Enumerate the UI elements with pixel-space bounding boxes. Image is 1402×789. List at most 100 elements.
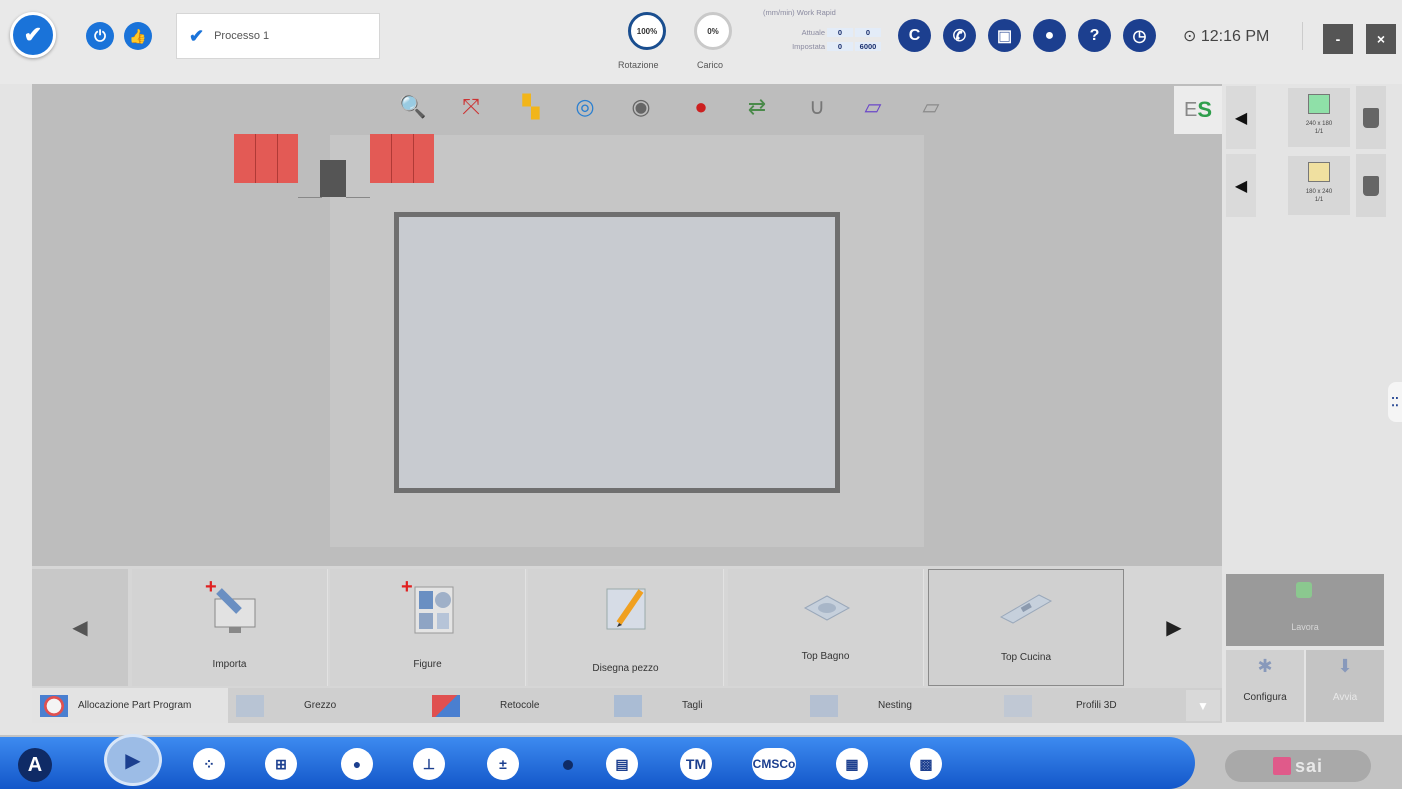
power-icon: ⏻ <box>94 27 106 45</box>
slab-icon[interactable]: ▱ <box>858 92 888 122</box>
thumbs-up-icon: 👍 <box>129 27 147 44</box>
tab-retocole[interactable]: Retocole <box>424 688 620 723</box>
action-import[interactable]: + Importa <box>132 569 328 686</box>
action-kitchen-top[interactable]: Top Cucina <box>928 569 1124 686</box>
app-layout-icon[interactable]: ⊞ <box>265 748 297 780</box>
power-button[interactable]: ⏻ <box>86 22 114 50</box>
clock: ⊙ 12:16 PM <box>1183 26 1269 46</box>
suction-cup-block[interactable] <box>370 134 434 183</box>
tabs-more-button[interactable]: ▼ <box>1186 690 1220 721</box>
app-es-icon[interactable]: ▩ <box>910 748 942 780</box>
action-label: Disegna pezzo <box>592 663 659 674</box>
tab-nesting[interactable]: Nesting <box>802 688 998 723</box>
rotation-gauge: 100% <box>628 12 666 50</box>
chevron-right-icon: ▶ <box>1166 617 1182 639</box>
action-bathroom-top[interactable]: Top Bagno <box>728 569 924 686</box>
tab-part-program[interactable]: Allocazione Part Program <box>32 688 228 723</box>
svg-text:+: + <box>205 579 217 598</box>
guide-line <box>298 197 322 198</box>
clock-time: 12:16 PM <box>1200 28 1270 45</box>
axes-icon[interactable]: ⇄ <box>742 92 772 122</box>
suction-cup-block[interactable] <box>234 134 298 183</box>
magnet-icon[interactable]: ∪ <box>802 92 832 122</box>
timer-icon[interactable]: ◷ <box>1123 19 1156 52</box>
es-badge[interactable]: ES <box>1174 86 1222 134</box>
tab-cuts[interactable]: Tagli <box>606 688 802 723</box>
user-icon[interactable]: ● <box>1033 19 1066 52</box>
trash-button[interactable] <box>1356 154 1386 217</box>
next-actions-button[interactable]: ▶ <box>1126 569 1222 686</box>
tab-label: Grezzo <box>304 700 337 711</box>
piece-thumbnail[interactable]: 180 x 240 1/1 <box>1288 156 1350 215</box>
camera-icon[interactable]: ▣ <box>988 19 1021 52</box>
speed-row-label: Attuale <box>801 28 825 37</box>
speed-table-header: (mm/min) Work Rapid <box>763 8 836 17</box>
process-selector[interactable]: ✔ Processo 1 <box>176 13 380 59</box>
configure-label: Configura <box>1243 692 1287 703</box>
side-handle[interactable]: ⁚⁚ <box>1388 382 1402 422</box>
es-prefix: E <box>1183 98 1198 121</box>
start-label: Avvia <box>1332 692 1358 703</box>
camera-icon[interactable]: ◉ <box>626 92 656 122</box>
check-icon: ✔ <box>23 22 43 47</box>
chevron-left-icon[interactable]: ◀ <box>1226 154 1256 217</box>
slab[interactable] <box>394 212 840 493</box>
c-icon[interactable]: C <box>898 19 931 52</box>
record-icon[interactable]: ● <box>686 92 716 122</box>
main-check-button[interactable]: ✔ <box>10 12 56 58</box>
piece-shape <box>1308 162 1330 182</box>
tab-label: Retocole <box>500 700 540 711</box>
app-tm-button[interactable]: TM <box>680 748 712 780</box>
phone-icon[interactable]: ✆ <box>943 19 976 52</box>
launcher-button[interactable]: ▶ <box>104 734 162 786</box>
speed-row-label: Impostata <box>792 42 825 51</box>
close-button[interactable]: × <box>1366 24 1396 54</box>
tool-head <box>320 160 346 197</box>
configure-button[interactable]: ✱ Configura <box>1226 650 1304 722</box>
work-button[interactable]: Lavora <box>1226 574 1384 646</box>
figures-icon: + <box>330 579 525 637</box>
prev-actions-button[interactable]: ◀ <box>32 569 128 686</box>
speed-row-set: Impostata 0 6000 <box>745 42 881 54</box>
action-draw-piece[interactable]: Disegna pezzo <box>528 569 724 686</box>
app-a-button[interactable]: A <box>18 748 52 782</box>
tab-profiles-3d[interactable]: Profili 3D <box>996 688 1186 723</box>
speed-rapid-value: 6000 <box>855 42 881 51</box>
app-cms-button[interactable]: CMSCo <box>752 748 796 780</box>
help-icon[interactable]: ? <box>1078 19 1111 52</box>
tab-raw[interactable]: Grezzo <box>228 688 424 723</box>
cuts-icon <box>614 694 642 717</box>
load-gauge: 0% <box>694 12 732 50</box>
brand-mark <box>1272 757 1291 775</box>
block-line <box>277 134 278 183</box>
profiles-3d-icon <box>1004 694 1032 717</box>
rotation-gauge-value: 100% <box>636 26 658 36</box>
brand-text: sai <box>1294 755 1324 776</box>
start-button[interactable]: ⬇ Avvia <box>1306 650 1384 722</box>
app-dots-icon[interactable]: ⁘ <box>193 748 225 780</box>
app-calculator-icon[interactable]: ▦ <box>836 748 868 780</box>
app-stamp-icon[interactable]: ⊥ <box>413 748 445 780</box>
slab-edit-icon[interactable]: ▱ <box>916 92 946 122</box>
tab-label: Nesting <box>878 700 912 711</box>
fit-icon[interactable]: ⤧ <box>456 92 486 122</box>
layout-icon[interactable]: ▚ <box>516 92 546 122</box>
minimize-button[interactable]: - <box>1323 24 1353 54</box>
kitchen-top-icon <box>929 580 1123 638</box>
piece-thumbnail[interactable]: 240 x 180 1/1 <box>1288 88 1350 147</box>
trash-button[interactable] <box>1356 86 1386 149</box>
es-suffix: S <box>1197 97 1213 122</box>
status-dot <box>563 760 573 770</box>
piece-caption: 240 x 180 1/1 <box>1288 120 1350 136</box>
like-button[interactable]: 👍 <box>124 22 152 50</box>
work-label: Lavora <box>1291 622 1319 632</box>
app-chart-icon[interactable]: ± <box>487 748 519 780</box>
magnify-icon[interactable]: 🔍 <box>398 92 428 122</box>
piece-row: ◀ 180 x 240 1/1 <box>1226 154 1386 217</box>
app-user-icon[interactable]: ● <box>341 748 373 780</box>
chevron-left-icon: ◀ <box>72 617 88 639</box>
action-figures[interactable]: + Figure <box>330 569 526 686</box>
chat-icon[interactable]: ◎ <box>570 92 600 122</box>
chevron-left-icon[interactable]: ◀ <box>1226 86 1256 149</box>
app-card-icon[interactable]: ▤ <box>606 748 638 780</box>
